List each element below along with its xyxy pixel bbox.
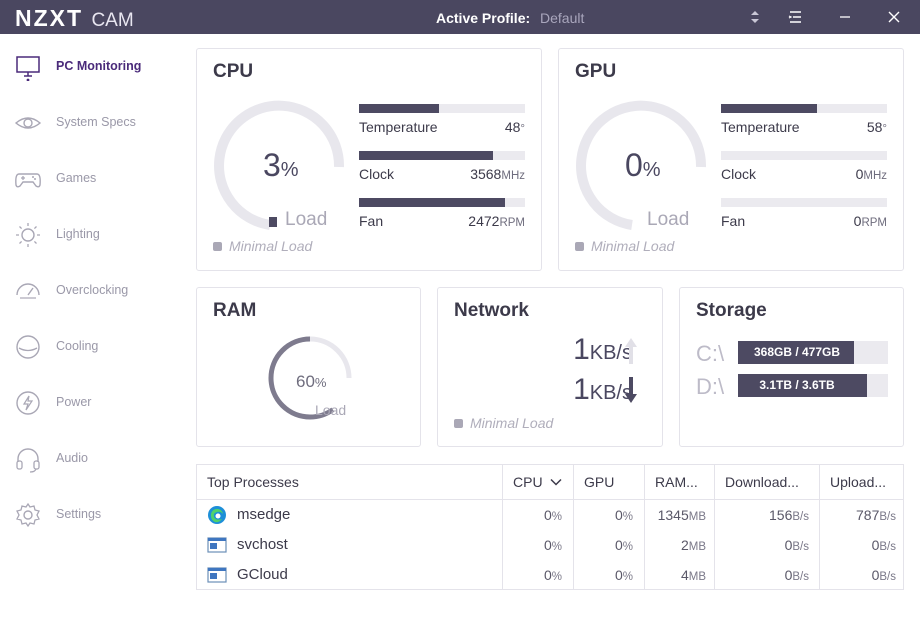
gpu-load-label: Load	[647, 209, 690, 230]
sidebar-item-power[interactable]: Power	[0, 383, 180, 423]
cpu-clock-bar	[359, 151, 494, 160]
sidebar-item-pc-monitoring[interactable]: PC Monitoring	[0, 47, 180, 87]
monitor-icon	[16, 56, 40, 81]
storage-title: Storage	[696, 300, 767, 321]
ram-title: RAM	[213, 300, 257, 321]
sidebar-item-label: Lighting	[56, 227, 100, 241]
speedometer-icon	[16, 283, 40, 299]
drive-c-usage: 368GB / 477GB	[753, 345, 841, 359]
header-ram[interactable]: RAM...	[644, 465, 714, 500]
drive-d-label: D:\	[696, 374, 725, 399]
gear-icon	[16, 502, 40, 528]
table-row[interactable]: svchost 0% 0% 2MB 0B/s 0B/s	[197, 530, 903, 560]
ram-load-value: 60%	[296, 372, 327, 391]
header-upload[interactable]: Upload...	[819, 465, 903, 500]
menu-icon[interactable]	[785, 7, 805, 27]
cpu-load-label: Load	[285, 209, 328, 230]
cpu-card[interactable]: CPU 3% Load Minimal Load Temperature 48°…	[196, 48, 542, 271]
sidebar-item-audio[interactable]: Audio	[0, 439, 180, 479]
drive-c-label: C:\	[696, 341, 725, 366]
gpu-temperature-bar	[721, 104, 818, 113]
table-row[interactable]: msedge 0% 0% 1345MB 156B/s 787B/s	[197, 500, 903, 530]
sidebar-item-label: Games	[56, 171, 97, 185]
drive-d-bar: 3.1TB / 3.6TB	[738, 374, 888, 397]
network-card[interactable]: Network 1KB/s 1KB/s Minimal Load	[437, 287, 663, 447]
drive-d-usage: 3.1TB / 3.6TB	[759, 378, 835, 392]
window-app-icon	[207, 567, 227, 583]
profile-sort-icon[interactable]	[745, 7, 765, 27]
cpu-fan-bar	[359, 198, 506, 207]
storage-card[interactable]: Storage C:\ 368GB / 477GB D:\ 3.1TB / 3.…	[679, 287, 904, 447]
chevron-down-icon	[550, 478, 562, 486]
sidebar-item-label: Settings	[56, 507, 102, 521]
window-app-icon	[207, 537, 227, 553]
power-bolt-icon	[16, 391, 40, 415]
edge-icon	[208, 506, 226, 524]
sidebar-item-system-specs[interactable]: System Specs	[0, 103, 180, 143]
cpu-title: CPU	[213, 61, 254, 82]
gpu-temperature-metric: Temperature 58°	[721, 104, 887, 150]
cpu-status: Minimal Load	[213, 238, 312, 254]
app-logo: NZXT CAM	[15, 5, 134, 31]
ram-card[interactable]: RAM 60% Load	[196, 287, 421, 447]
headphones-icon	[16, 448, 40, 473]
title-bar: NZXT CAM Active Profile: Default	[0, 0, 920, 34]
sun-icon	[16, 223, 40, 247]
download-arrow-icon	[625, 377, 637, 403]
header-gpu[interactable]: GPU	[573, 465, 644, 500]
upload-arrow-icon	[625, 338, 637, 364]
header-process-name[interactable]: Top Processes	[197, 465, 502, 500]
eye-icon	[14, 117, 42, 129]
sidebar-item-label: System Specs	[56, 115, 136, 129]
sidebar-item-overclocking[interactable]: Overclocking	[0, 271, 180, 311]
gamepad-icon	[15, 173, 41, 188]
table-header: Top Processes CPU GPU RAM... Download...…	[197, 465, 903, 500]
active-profile-dropdown[interactable]: Default	[540, 10, 584, 26]
gpu-card[interactable]: GPU 0% Load Minimal Load Temperature 58°…	[558, 48, 904, 271]
gpu-clock-metric: Clock 0MHz	[721, 151, 887, 197]
cooling-icon	[16, 335, 40, 359]
cpu-load-value: 3%	[263, 147, 299, 183]
network-status: Minimal Load	[454, 415, 553, 431]
sidebar-item-label: Power	[56, 395, 92, 409]
drive-c-bar: 368GB / 477GB	[738, 341, 888, 364]
sidebar: PC Monitoring System Specs Games Lightin…	[0, 34, 180, 640]
header-download[interactable]: Download...	[714, 465, 819, 500]
sidebar-item-games[interactable]: Games	[0, 159, 180, 199]
close-button[interactable]	[884, 7, 904, 27]
gpu-fan-metric: Fan 0RPM	[721, 198, 887, 244]
header-cpu[interactable]: CPU	[502, 465, 573, 500]
cpu-temperature-bar	[359, 104, 439, 113]
gpu-status: Minimal Load	[575, 238, 674, 254]
gpu-title: GPU	[575, 61, 617, 82]
gpu-load-value: 0%	[625, 147, 661, 183]
top-processes-table: Top Processes CPU GPU RAM... Download...…	[196, 464, 904, 590]
network-title: Network	[454, 300, 529, 321]
sidebar-item-label: Audio	[56, 451, 88, 465]
sidebar-item-label: Cooling	[56, 339, 99, 353]
sidebar-item-label: Overclocking	[56, 283, 129, 297]
active-profile-label: Active Profile:	[436, 10, 531, 26]
ram-load-label: Load	[315, 402, 347, 418]
sidebar-item-cooling[interactable]: Cooling	[0, 327, 180, 367]
table-row[interactable]: GCloud 0% 0% 4MB 0B/s 0B/s	[197, 560, 903, 590]
sidebar-item-lighting[interactable]: Lighting	[0, 215, 180, 255]
sidebar-item-settings[interactable]: Settings	[0, 495, 180, 535]
cpu-temperature-metric: Temperature 48°	[359, 104, 525, 150]
sidebar-item-label: PC Monitoring	[56, 59, 142, 73]
cpu-clock-metric: Clock 3568MHz	[359, 151, 525, 197]
cpu-fan-metric: Fan 2472RPM	[359, 198, 525, 244]
minimize-button[interactable]	[835, 7, 855, 27]
